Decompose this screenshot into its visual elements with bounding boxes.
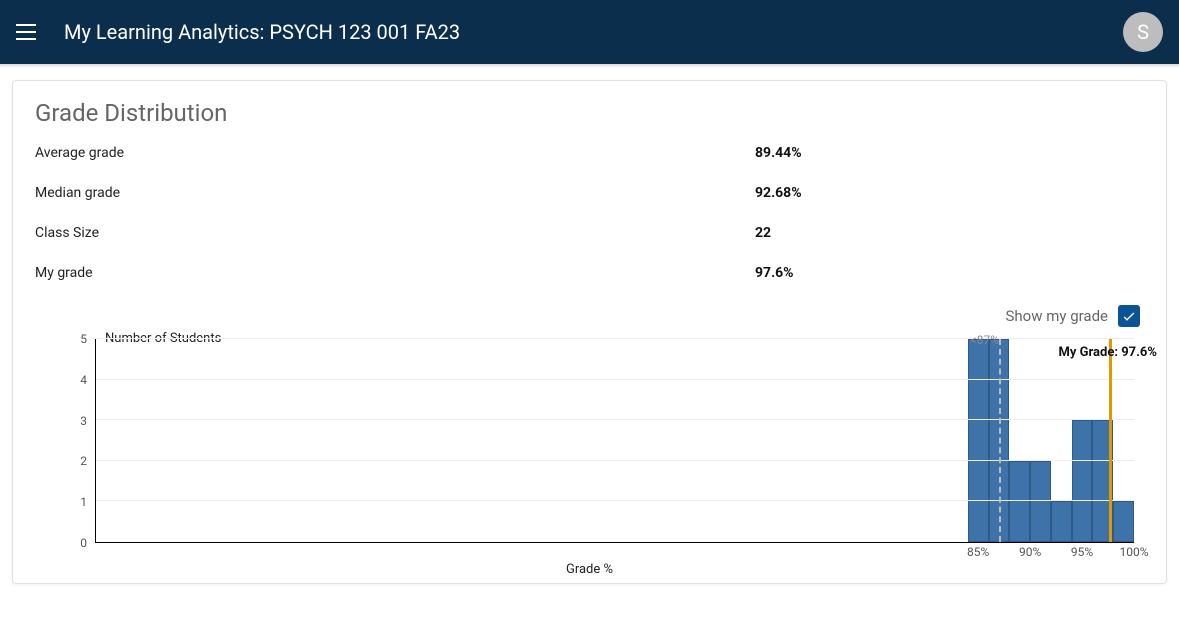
bar — [1030, 461, 1051, 542]
x-tick: 95% — [1071, 545, 1093, 559]
my-grade-line — [1109, 339, 1112, 542]
x-axis: 85%90%95%100% — [95, 545, 1134, 561]
gridline — [96, 419, 1134, 420]
y-tick: 5 — [80, 332, 87, 346]
chart: Number of Students 012345 <87%My Grade: … — [35, 331, 1144, 571]
gridline — [96, 500, 1134, 501]
page-title: My Learning Analytics: PSYCH 123 001 FA2… — [64, 20, 460, 44]
bar — [1009, 461, 1030, 542]
check-icon — [1121, 308, 1137, 324]
bar — [1051, 501, 1072, 542]
y-axis: 012345 — [35, 339, 95, 543]
stats-value: 22 — [755, 225, 771, 241]
x-tick: 90% — [1019, 545, 1041, 559]
cutoff-line — [999, 339, 1001, 542]
avatar[interactable]: S — [1123, 12, 1163, 52]
avatar-initial: S — [1137, 20, 1149, 44]
x-axis-label: Grade % — [566, 562, 613, 577]
stats-row: Median grade92.68% — [35, 185, 1144, 201]
stats-value: 92.68% — [755, 185, 802, 201]
plot-area: <87%My Grade: 97.6% — [95, 339, 1134, 543]
course-name: PSYCH 123 001 FA23 — [269, 20, 460, 44]
toggle-label: Show my grade — [1006, 307, 1108, 325]
y-tick: 1 — [80, 495, 87, 509]
my-grade-label: My Grade: 97.6% — [1058, 345, 1161, 360]
app-name: My Learning Analytics: — [64, 20, 264, 44]
gridline — [96, 379, 1134, 380]
stats-label: Average grade — [35, 145, 755, 161]
grade-distribution-card: Grade Distribution Average grade89.44% Me… — [12, 80, 1167, 584]
y-tick: 0 — [80, 536, 87, 550]
stats-row: My grade97.6% — [35, 265, 1144, 281]
stats-list: Average grade89.44% Median grade92.68% Cla… — [35, 145, 1144, 281]
show-my-grade-toggle: Show my grade — [35, 305, 1144, 327]
y-tick: 4 — [80, 373, 87, 387]
stats-label: My grade — [35, 265, 755, 281]
stats-label: Class Size — [35, 225, 755, 241]
bar — [968, 339, 989, 542]
bar — [1113, 501, 1134, 542]
x-tick: 85% — [967, 545, 989, 559]
stats-value: 89.44% — [755, 145, 802, 161]
x-tick: 100% — [1119, 545, 1148, 559]
y-tick: 3 — [80, 414, 87, 428]
menu-icon[interactable] — [16, 20, 40, 44]
header-shadow — [0, 64, 1179, 68]
card-title: Grade Distribution — [35, 99, 1144, 127]
cutoff-label: <87% — [971, 333, 999, 347]
bars-layer — [96, 339, 1134, 542]
gridline — [96, 460, 1134, 461]
app-header: My Learning Analytics: PSYCH 123 001 FA2… — [0, 0, 1179, 64]
stats-value: 97.6% — [755, 265, 794, 281]
stats-row: Class Size22 — [35, 225, 1144, 241]
stats-label: Median grade — [35, 185, 755, 201]
y-tick: 2 — [80, 454, 87, 468]
bar — [1072, 420, 1093, 542]
header-left: My Learning Analytics: PSYCH 123 001 FA2… — [16, 20, 460, 44]
show-my-grade-checkbox[interactable] — [1118, 305, 1140, 327]
stats-row: Average grade89.44% — [35, 145, 1144, 161]
